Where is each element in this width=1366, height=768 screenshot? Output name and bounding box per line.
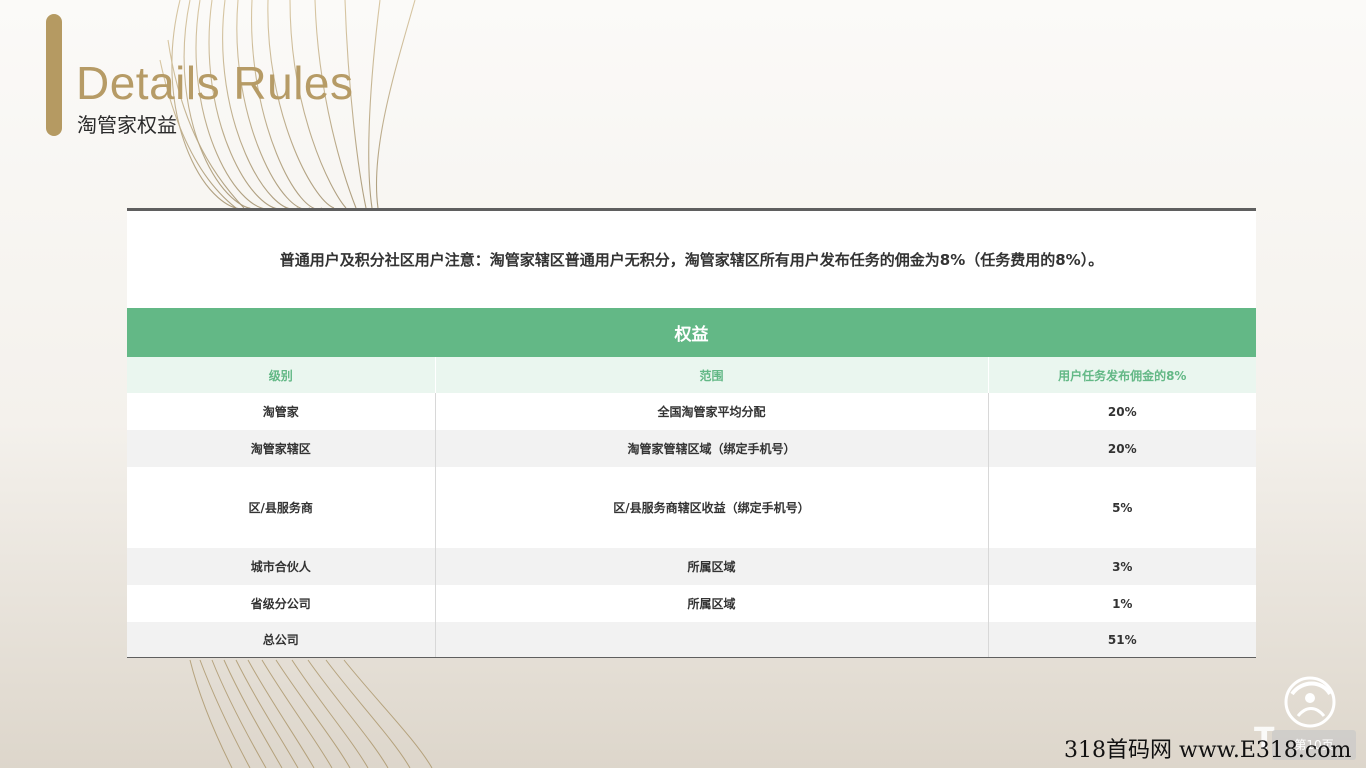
cell-scope: 全国淘管家平均分配 bbox=[435, 393, 989, 430]
cell-level: 淘管家 bbox=[127, 393, 436, 430]
table-row: 省级分公司 所属区域 1% bbox=[127, 585, 1257, 622]
page-title-english: Details Rules bbox=[76, 57, 354, 109]
rules-card: 普通用户及积分社区用户注意：淘管家辖区普通用户无积分，淘管家辖区所有用户发布任务… bbox=[127, 208, 1257, 658]
cell-scope: 所属区域 bbox=[435, 585, 989, 622]
cell-share: 20% bbox=[988, 393, 1257, 430]
cell-share: 20% bbox=[988, 430, 1257, 467]
column-header-scope: 范围 bbox=[435, 357, 989, 393]
table-row: 城市合伙人 所属区域 3% bbox=[127, 548, 1257, 585]
cell-scope: 淘管家管辖区域（绑定手机号） bbox=[435, 430, 989, 467]
cell-level: 总公司 bbox=[127, 622, 436, 657]
site-logo-icon bbox=[1284, 676, 1336, 728]
table-row: 总公司 51% bbox=[127, 622, 1257, 657]
cell-level: 城市合伙人 bbox=[127, 548, 436, 585]
column-header-row: 级别 范围 用户任务发布佣金的8% bbox=[127, 357, 1257, 393]
cell-scope: 区/县服务商辖区收益（绑定手机号） bbox=[435, 467, 989, 548]
cell-scope: 所属区域 bbox=[435, 548, 989, 585]
column-header-share: 用户任务发布佣金的8% bbox=[988, 357, 1257, 393]
page-title-chinese: 淘管家权益 bbox=[77, 113, 177, 137]
table-row: 区/县服务商 区/县服务商辖区收益（绑定手机号） 5% bbox=[127, 467, 1257, 548]
table-row: 淘管家辖区 淘管家管辖区域（绑定手机号） 20% bbox=[127, 430, 1257, 467]
cell-share: 1% bbox=[988, 585, 1257, 622]
table-title: 权益 bbox=[127, 308, 1257, 357]
cell-level: 淘管家辖区 bbox=[127, 430, 436, 467]
cell-level: 区/县服务商 bbox=[127, 467, 436, 548]
title-accent-bar bbox=[46, 14, 62, 136]
notice-text: 普通用户及积分社区用户注意：淘管家辖区普通用户无积分，淘管家辖区所有用户发布任务… bbox=[279, 251, 1104, 269]
cell-share: 51% bbox=[988, 622, 1257, 657]
table-row: 淘管家 全国淘管家平均分配 20% bbox=[127, 393, 1257, 430]
rights-table: 权益 级别 范围 用户任务发布佣金的8% 淘管家 全国淘管家平均分配 20% 淘… bbox=[127, 308, 1257, 657]
cell-scope bbox=[435, 622, 989, 657]
site-watermark: 318首码网 www.E318.com bbox=[1064, 738, 1352, 763]
cell-share: 5% bbox=[988, 467, 1257, 548]
cell-share: 3% bbox=[988, 548, 1257, 585]
cell-level: 省级分公司 bbox=[127, 585, 436, 622]
column-header-level: 级别 bbox=[127, 357, 436, 393]
